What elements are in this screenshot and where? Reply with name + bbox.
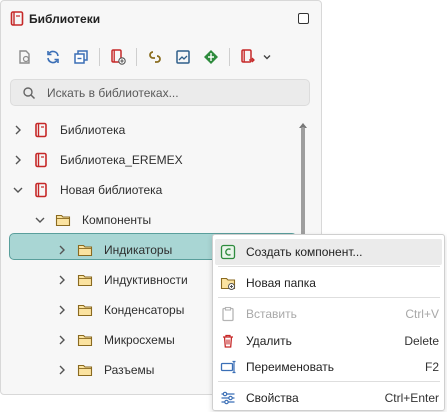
library-book-icon (10, 11, 24, 30)
panel-header: Библиотеки (1, 1, 321, 37)
menu-item-label: Новая папка (246, 276, 316, 290)
menu-item-shortcut: F2 (424, 360, 439, 374)
trash-icon (220, 333, 236, 349)
chevron-down-icon[interactable] (12, 184, 24, 196)
link-icon[interactable] (144, 46, 166, 68)
new-folder-icon (220, 275, 236, 291)
chevron-down-icon[interactable] (259, 46, 275, 68)
tree-item-label: Библиотека (60, 123, 126, 137)
search-box (10, 79, 310, 106)
menu-item-shortcut: Ctrl+V (405, 307, 439, 321)
context-menu-item[interactable]: Удалить Delete (215, 328, 442, 354)
context-menu-item[interactable]: Свойства Ctrl+Enter (215, 385, 442, 411)
menu-item-label: Свойства (246, 391, 299, 405)
folder-icon (77, 332, 93, 348)
folder-icon (77, 272, 93, 288)
chevron-right-icon[interactable] (56, 334, 68, 346)
chevron-right-icon[interactable] (56, 304, 68, 316)
context-menu: Создать компонент... Новая папка Вставить C… (212, 234, 445, 411)
context-menu-item[interactable]: Создать компонент... (215, 239, 442, 265)
component-icon[interactable] (200, 46, 222, 68)
export-icon[interactable] (237, 46, 259, 68)
folder-icon (77, 362, 93, 378)
chevron-right-icon[interactable] (56, 244, 68, 256)
chevron-right-icon[interactable] (56, 274, 68, 286)
context-menu-item[interactable]: Переименовать F2 (215, 354, 442, 380)
chevron-right-icon[interactable] (12, 154, 24, 166)
tree-item-label: Разъемы (104, 363, 155, 377)
chevron-down-icon[interactable] (34, 214, 46, 226)
tree-folder-item[interactable]: Компоненты (0, 205, 300, 235)
context-menu-item: Вставить Ctrl+V (215, 301, 442, 327)
open-file-icon[interactable] (14, 46, 36, 68)
maximize-icon[interactable] (298, 13, 309, 24)
tree-item-label: Микросхемы (104, 333, 175, 347)
menu-item-label: Переименовать (246, 360, 334, 374)
menu-item-label: Вставить (246, 307, 297, 321)
chevron-right-icon[interactable] (56, 364, 68, 376)
search-icon (22, 86, 36, 103)
library-book-icon (33, 152, 49, 168)
folder-icon (77, 242, 93, 258)
chevron-right-icon[interactable] (12, 124, 24, 136)
panel-title: Библиотеки (29, 12, 101, 26)
menu-item-label: Удалить (246, 334, 292, 348)
collapse-all-icon[interactable] (70, 46, 92, 68)
add-library-icon[interactable] (107, 46, 129, 68)
menu-item-label: Создать компонент... (246, 245, 363, 259)
tree-item-label: Новая библиотека (60, 183, 163, 197)
tree-item-label: Компоненты (82, 213, 152, 227)
tree-item-label: Индикаторы (104, 243, 173, 257)
tree-item-label: Конденсаторы (104, 303, 185, 317)
search-input[interactable] (45, 83, 300, 102)
properties-icon (220, 390, 236, 406)
tree-item-label: Библиотека_EREMEX (60, 153, 183, 167)
folder-icon (77, 302, 93, 318)
refresh-icon[interactable] (42, 46, 64, 68)
tree-item-label: Индуктивности (104, 273, 188, 287)
menu-separator (218, 381, 440, 382)
create-component-icon (220, 244, 236, 260)
library-book-icon (33, 182, 49, 198)
folder-icon (55, 212, 71, 228)
rename-icon (220, 359, 236, 375)
menu-separator (218, 266, 440, 267)
tree-library-item[interactable]: Библиотека_EREMEX (0, 145, 300, 175)
tree-library-item[interactable]: Новая библиотека (0, 175, 300, 205)
toolbar (9, 43, 309, 71)
paste-icon (220, 306, 236, 322)
menu-item-shortcut: Ctrl+Enter (384, 391, 439, 405)
tree-library-item[interactable]: Библиотека (0, 115, 300, 145)
library-book-icon (33, 122, 49, 138)
menu-item-shortcut: Delete (404, 334, 439, 348)
menu-separator (218, 297, 440, 298)
context-menu-item[interactable]: Новая папка (215, 270, 442, 296)
image-icon[interactable] (172, 46, 194, 68)
